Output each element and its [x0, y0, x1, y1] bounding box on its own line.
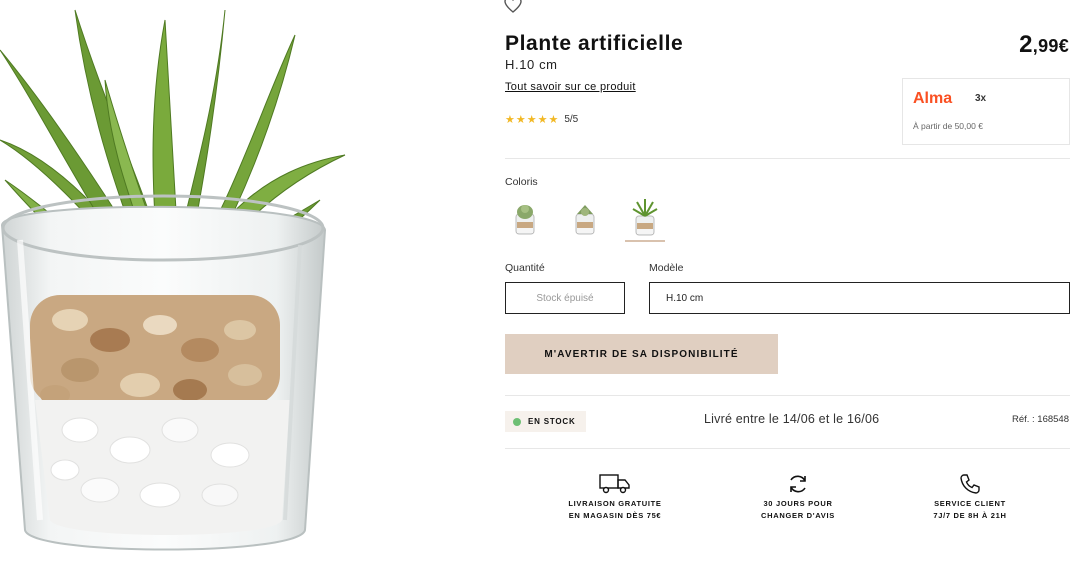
- service-line-1: LIVRAISON GRATUITE: [568, 499, 662, 508]
- service-30-days: 30 JOURS POUR CHANGER D'AVIS: [723, 470, 873, 522]
- divider: [505, 158, 1070, 159]
- product-price: 2,99€: [1019, 31, 1069, 59]
- alma-min-amount: À partir de 50,00 €: [913, 121, 983, 131]
- model-select[interactable]: H.10 cm: [649, 282, 1070, 314]
- stock-dot-icon: [513, 417, 521, 426]
- model-label: Modèle: [649, 262, 684, 274]
- refresh-icon: [790, 475, 806, 493]
- service-line-1: 30 JOURS POUR: [763, 499, 833, 508]
- about-product-link[interactable]: Tout savoir sur ce produit: [505, 81, 636, 93]
- alma-logo: Alma: [913, 90, 953, 107]
- stock-status-badge: EN STOCK: [505, 411, 586, 432]
- coloris-label: Coloris: [505, 176, 538, 188]
- product-subtitle: H.10 cm: [505, 57, 558, 72]
- truck-icon: [599, 474, 630, 494]
- delivery-estimate: Livré entre le 14/06 et le 16/06: [704, 412, 880, 426]
- service-customer-support: SERVICE CLIENT 7J/7 DE 8H À 21H: [895, 470, 1045, 522]
- plant-in-glass-illustration: [0, 9, 346, 551]
- product-reference: Réf. : 168548: [1011, 414, 1069, 425]
- stock-status-text: EN STOCK: [528, 417, 576, 426]
- swatch-succulent-round[interactable]: [505, 196, 545, 240]
- notify-availability-button[interactable]: M'AVERTIR DE SA DISPONIBILITÉ: [505, 334, 778, 374]
- service-line-2: CHANGER D'AVIS: [761, 511, 835, 520]
- rating: ★★★★★ 5/5: [505, 113, 578, 126]
- heart-icon[interactable]: [503, 0, 523, 14]
- service-free-delivery: LIVRAISON GRATUITE EN MAGASIN DÈS 75€: [540, 470, 690, 522]
- service-line-2: EN MAGASIN DÈS 75€: [568, 511, 662, 520]
- product-image: [0, 0, 350, 561]
- alma-installments[interactable]: 3x: [975, 93, 986, 104]
- divider: [505, 395, 1070, 396]
- service-line-1: SERVICE CLIENT: [934, 499, 1006, 508]
- divider: [505, 448, 1070, 449]
- rating-stars: ★★★★★: [505, 114, 560, 126]
- phone-icon: [960, 474, 980, 494]
- price-cents: ,99€: [1032, 36, 1069, 56]
- quantity-label: Quantité: [505, 262, 545, 274]
- swatch-succulent-rosette[interactable]: [565, 196, 605, 240]
- swatch-spiky-plant[interactable]: [625, 196, 665, 242]
- alma-payment-box[interactable]: Alma 3x À partir de 50,00 €: [902, 78, 1070, 145]
- service-line-2: 7J/7 DE 8H À 21H: [933, 511, 1007, 520]
- quantity-field[interactable]: Stock épuisé: [505, 282, 625, 314]
- price-main: 2: [1019, 31, 1033, 58]
- product-title: Plante artificielle: [505, 32, 684, 55]
- rating-score: 5/5: [564, 114, 579, 125]
